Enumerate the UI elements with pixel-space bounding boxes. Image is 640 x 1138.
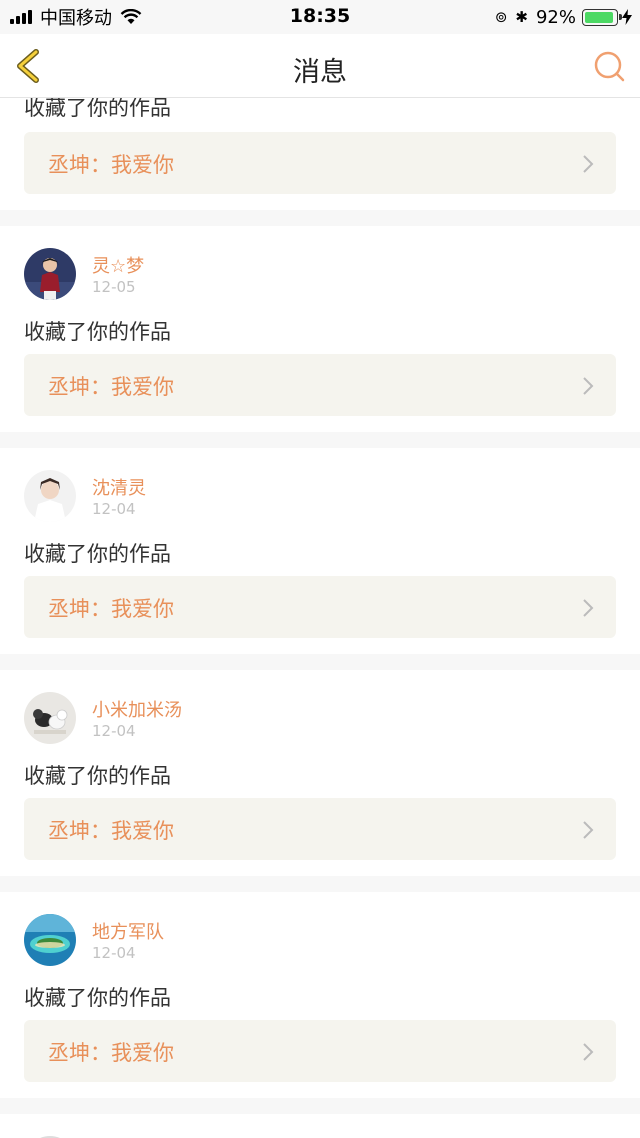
message-card[interactable]: 灵☆梦 12-05 收藏了你的作品 丞坤：我爱你 (0, 226, 640, 432)
avatar-dogs-icon (24, 692, 76, 744)
chevron-right-icon (583, 155, 594, 173)
avatar[interactable] (24, 692, 76, 744)
work-link[interactable]: 丞坤：我爱你 (24, 576, 616, 638)
page-title: 消息 (293, 57, 347, 88)
avatar[interactable] (24, 914, 76, 966)
work-title: 丞坤：我爱你 (48, 1041, 174, 1065)
avatar[interactable] (24, 248, 76, 300)
status-bar: 中国移动 18:35 ⊚ ✱ 92% (0, 0, 640, 34)
message-card[interactable]: 小米加米汤 12-04 收藏了你的作品 丞坤：我爱你 (0, 670, 640, 876)
username[interactable]: 小米加米汤 (92, 696, 182, 722)
message-action: 收藏了你的作品 (24, 542, 171, 566)
message-action: 收藏了你的作品 (24, 98, 171, 120)
message-date: 12-04 (92, 500, 136, 518)
work-link[interactable]: 丞坤：我爱你 (24, 798, 616, 860)
work-title: 丞坤：我爱你 (48, 597, 174, 621)
avatar-person-red-icon (24, 248, 76, 300)
work-title: 丞坤：我爱你 (48, 375, 174, 399)
chevron-right-icon (583, 377, 594, 395)
work-link[interactable]: 丞坤：我爱你 (24, 1020, 616, 1082)
message-action: 收藏了你的作品 (24, 986, 171, 1010)
message-card-partial[interactable]: 收藏了你的作品 丞坤：我爱你 (0, 98, 640, 210)
work-link[interactable]: 丞坤：我爱你 (24, 132, 616, 194)
search-icon[interactable] (592, 49, 626, 83)
message-action: 收藏了你的作品 (24, 764, 171, 788)
message-list[interactable]: 收藏了你的作品 丞坤：我爱你 灵☆梦 12-05 收藏了你的作品 丞坤：我爱你 … (0, 98, 640, 1138)
work-title: 丞坤：我爱你 (48, 153, 174, 177)
nav-bar: 消息 (0, 34, 640, 98)
message-card[interactable]: 沈清灵 12-04 收藏了你的作品 丞坤：我爱你 (0, 448, 640, 654)
username[interactable]: 地方军队 (92, 918, 164, 944)
chevron-right-icon (583, 599, 594, 617)
avatar-island-icon (24, 914, 76, 966)
bluetooth-icon: ✱ (515, 8, 528, 26)
message-date: 12-04 (92, 722, 136, 740)
battery-icon (582, 8, 622, 26)
message-date: 12-04 (92, 944, 136, 962)
chevron-right-icon (583, 1043, 594, 1061)
battery-percent: 92% (535, 6, 576, 28)
work-title: 丞坤：我爱你 (48, 819, 174, 843)
avatar-person-white-icon (24, 470, 76, 522)
chevron-right-icon (583, 821, 594, 839)
avatar[interactable] (24, 470, 76, 522)
orientation-lock-icon: ⊚ (494, 8, 508, 26)
message-card-partial[interactable] (0, 1114, 640, 1138)
username[interactable]: 灵☆梦 (92, 252, 144, 278)
username[interactable]: 沈清灵 (92, 474, 146, 500)
message-action: 收藏了你的作品 (24, 320, 171, 344)
charging-icon (622, 9, 632, 25)
work-link[interactable]: 丞坤：我爱你 (24, 354, 616, 416)
message-card[interactable]: 地方军队 12-04 收藏了你的作品 丞坤：我爱你 (0, 892, 640, 1098)
message-date: 12-05 (92, 278, 136, 296)
